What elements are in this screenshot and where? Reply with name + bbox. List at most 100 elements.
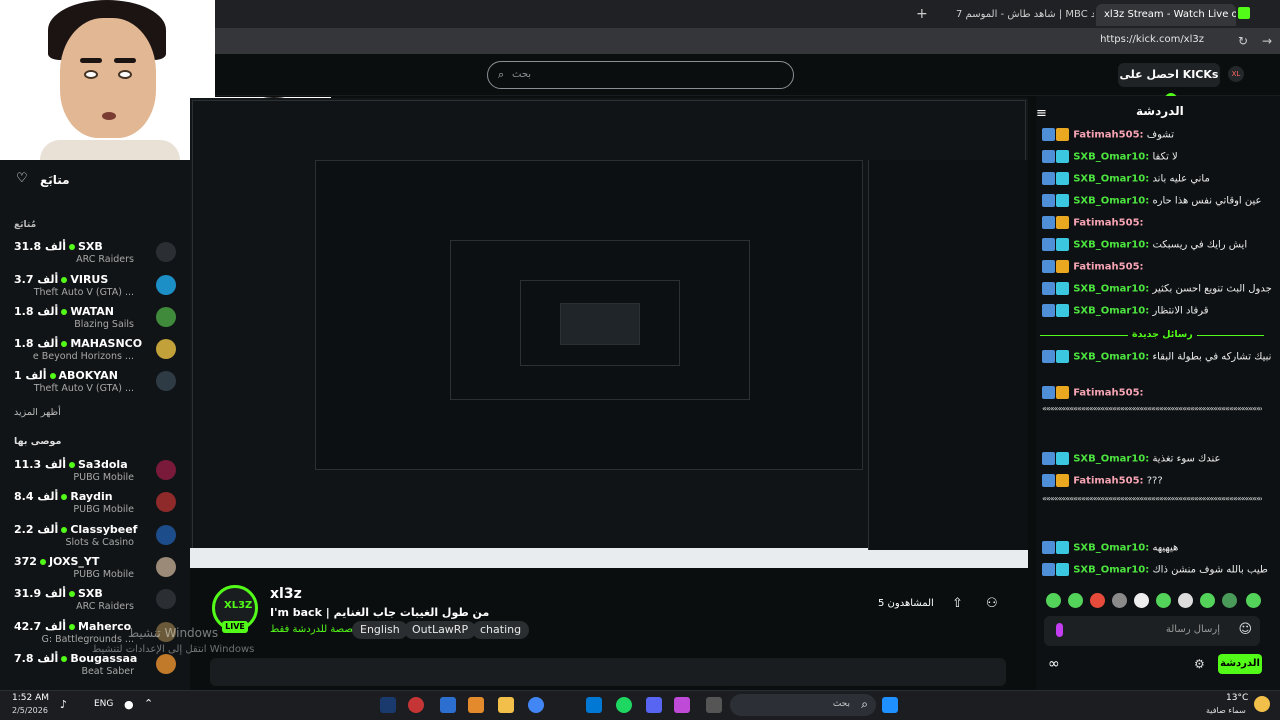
viewers-label: المشاهدون 5 — [878, 598, 934, 609]
volume-icon[interactable]: ♪ — [60, 698, 67, 711]
clock-date[interactable]: 2/5/2026 — [12, 706, 48, 715]
app-icon[interactable] — [706, 697, 722, 713]
search-input[interactable]: ⌕ بحث — [487, 61, 794, 89]
share-icon[interactable]: ⇧ — [952, 596, 963, 611]
chat-username[interactable]: Fatimah505: — [1073, 476, 1143, 487]
emote-icon[interactable] — [1222, 593, 1237, 608]
sidebar-channel[interactable]: 7.8 ألف Bougassaa Beat Saber — [14, 652, 184, 684]
sidebar-channel[interactable]: 1 ألف ABOKYAN Theft Auto V (GTA) ... — [14, 369, 184, 401]
app-icon[interactable] — [674, 697, 690, 713]
emote-icon[interactable] — [1112, 593, 1127, 608]
channel-name: MAHASNCO — [70, 337, 143, 350]
infinity-icon[interactable]: ∞ — [1048, 656, 1060, 672]
chat-message: SXB_Omar10: والله جدول البث تنويع احسن ب… — [1042, 282, 1274, 302]
tab-kick[interactable]: xl3z Stream - Watch Live on Kick — [1096, 4, 1236, 26]
url-text[interactable]: https://kick.com/xl3z — [1100, 34, 1204, 45]
sidebar-channel[interactable]: 2.2 ألف Classybeef Slots & Casino — [14, 523, 184, 555]
settings-gear-icon[interactable]: ⚙ — [1194, 657, 1205, 671]
chat-username[interactable]: Fatimah505: — [1073, 218, 1143, 229]
sidebar-channel[interactable]: 8.4 ألف Raydin PUBG Mobile — [14, 490, 184, 522]
chat-username[interactable]: Fatimah505: — [1073, 130, 1143, 141]
tag-chating[interactable]: chating — [472, 621, 530, 639]
channel-game: Beat Saber — [81, 666, 134, 677]
emote-icon[interactable] — [1134, 593, 1149, 608]
channel-name: Sa3dola — [78, 458, 128, 471]
stream-title: I'm back | من طول الغيبات جاب الغنايم — [270, 606, 490, 619]
emote-icon[interactable] — [1068, 593, 1083, 608]
sidebar-channel[interactable]: 11.3 ألف Sa3dola PUBG Mobile — [14, 458, 184, 490]
channel-game: PUBG Mobile — [73, 504, 134, 515]
stream-video-player[interactable] — [190, 98, 1028, 568]
chat-username[interactable]: SXB_Omar10: — [1073, 454, 1149, 465]
clock-time[interactable]: 1:52 AM — [12, 693, 49, 703]
emote-icon[interactable] — [1046, 593, 1061, 608]
back-icon[interactable]: → — [1262, 34, 1272, 48]
new-messages-label: رسائل جديدة — [1128, 329, 1197, 340]
heart-icon[interactable]: ♡ — [16, 171, 28, 186]
show-more-link[interactable]: أظهر المزيد — [14, 407, 61, 418]
windows-start-icon[interactable] — [882, 697, 898, 713]
discord-icon[interactable] — [646, 697, 662, 713]
chat-username[interactable]: SXB_Omar10: — [1073, 565, 1149, 576]
sidebar-channel[interactable]: 3.7 ألف VIRUS Theft Auto V (GTA) ... — [14, 273, 184, 305]
chat-username[interactable]: SXB_Omar10: — [1073, 352, 1149, 363]
input-language[interactable]: ENG — [94, 699, 113, 709]
chat-username[interactable]: Fatimah505: — [1073, 262, 1143, 273]
channel-name[interactable]: xl3z — [270, 586, 302, 602]
chat-text: هيهيهه — [1152, 542, 1179, 554]
sidebar-channel[interactable]: 372 JOXS_YT PUBG Mobile — [14, 555, 184, 587]
send-chat-button[interactable]: الدردشة — [1218, 654, 1262, 674]
chat-username[interactable]: SXB_Omar10: — [1073, 152, 1149, 163]
spotify-icon[interactable] — [616, 697, 632, 713]
new-tab-icon[interactable]: + — [916, 6, 928, 22]
emoji-icon[interactable]: ☺ — [1238, 622, 1252, 637]
user-avatar[interactable]: XL — [1228, 66, 1244, 82]
sidebar: متابَع ♡ مُتابَع 31.8 ألف SXB ARC Raiders… — [0, 160, 190, 690]
edge-icon[interactable] — [586, 697, 602, 713]
chrome-icon[interactable] — [528, 697, 544, 713]
channel-avatar — [156, 557, 176, 577]
app-icon[interactable] — [468, 697, 484, 713]
app-icon[interactable] — [440, 697, 456, 713]
chat-username[interactable]: SXB_Omar10: — [1073, 306, 1149, 317]
tag-english[interactable]: English — [352, 621, 408, 639]
emote-icon[interactable] — [1246, 593, 1261, 608]
stream-category[interactable]: مخصصة للدردشة فقط — [270, 624, 365, 635]
sidebar-channel[interactable]: 1.8 ألف MAHASNCO e Beyond Horizons ... — [14, 337, 184, 369]
nested-taskbar — [190, 548, 1028, 568]
taskbar-search[interactable]: بحث ⌕ — [730, 694, 876, 716]
chat-username[interactable]: Fatimah505: — [1073, 388, 1143, 399]
chat-message: Fatimah505: — [1042, 386, 1274, 406]
chat-username[interactable]: SXB_Omar10: — [1073, 196, 1149, 207]
chat-username[interactable]: SXB_Omar10: — [1073, 543, 1149, 554]
tag-outlawrp[interactable]: OutLawRP — [404, 621, 477, 639]
emote-icon[interactable] — [1200, 593, 1215, 608]
tab-shahid[interactable]: شاهد طاش - الموسم 7 | MBC شاهد — [948, 4, 1094, 26]
follow-user-icon[interactable]: ⚇ — [986, 596, 998, 611]
weather-temp[interactable]: 13°C — [1226, 693, 1248, 703]
sidebar-title: متابَع — [40, 173, 70, 187]
weather-desc[interactable]: سماء صافية — [1206, 706, 1246, 715]
emote-icon[interactable] — [1090, 593, 1105, 608]
file-explorer-icon[interactable] — [498, 697, 514, 713]
sidebar-channel[interactable]: 31.8 ألف SXB ARC Raiders — [14, 240, 184, 272]
chat-username[interactable]: SXB_Omar10: — [1073, 284, 1149, 295]
microphone-icon[interactable]: ● — [124, 698, 134, 711]
steam-icon[interactable] — [380, 697, 396, 713]
mic-icon[interactable] — [1056, 623, 1063, 637]
channel-game: Blazing Sails — [74, 319, 134, 330]
sidebar-channel[interactable]: 31.9 ألف SXB ARC Raiders — [14, 587, 184, 619]
get-kicks-button[interactable]: احصل على KICKs — [1118, 63, 1220, 105]
app-icon[interactable] — [408, 697, 424, 713]
reload-icon[interactable]: ↻ — [1238, 34, 1248, 48]
sidebar-channel[interactable]: 1.8 ألف WATAN Blazing Sails — [14, 305, 184, 337]
chat-message: SXB_Omar10: ابودبس نبيك تشاركه في بطولة … — [1042, 350, 1274, 370]
chat-input[interactable]: إرسال رسالة ☺ — [1044, 616, 1260, 646]
viewer-count-display: المشاهدون 5 — [878, 598, 934, 609]
emote-icon[interactable] — [1156, 593, 1171, 608]
emote-icon[interactable] — [1178, 593, 1193, 608]
chat-username[interactable]: SXB_Omar10: — [1073, 174, 1149, 185]
collapse-chat-icon[interactable]: ≡ — [1036, 106, 1047, 121]
chevron-up-icon[interactable]: ⌃ — [144, 697, 153, 710]
chat-username[interactable]: SXB_Omar10: — [1073, 240, 1149, 251]
